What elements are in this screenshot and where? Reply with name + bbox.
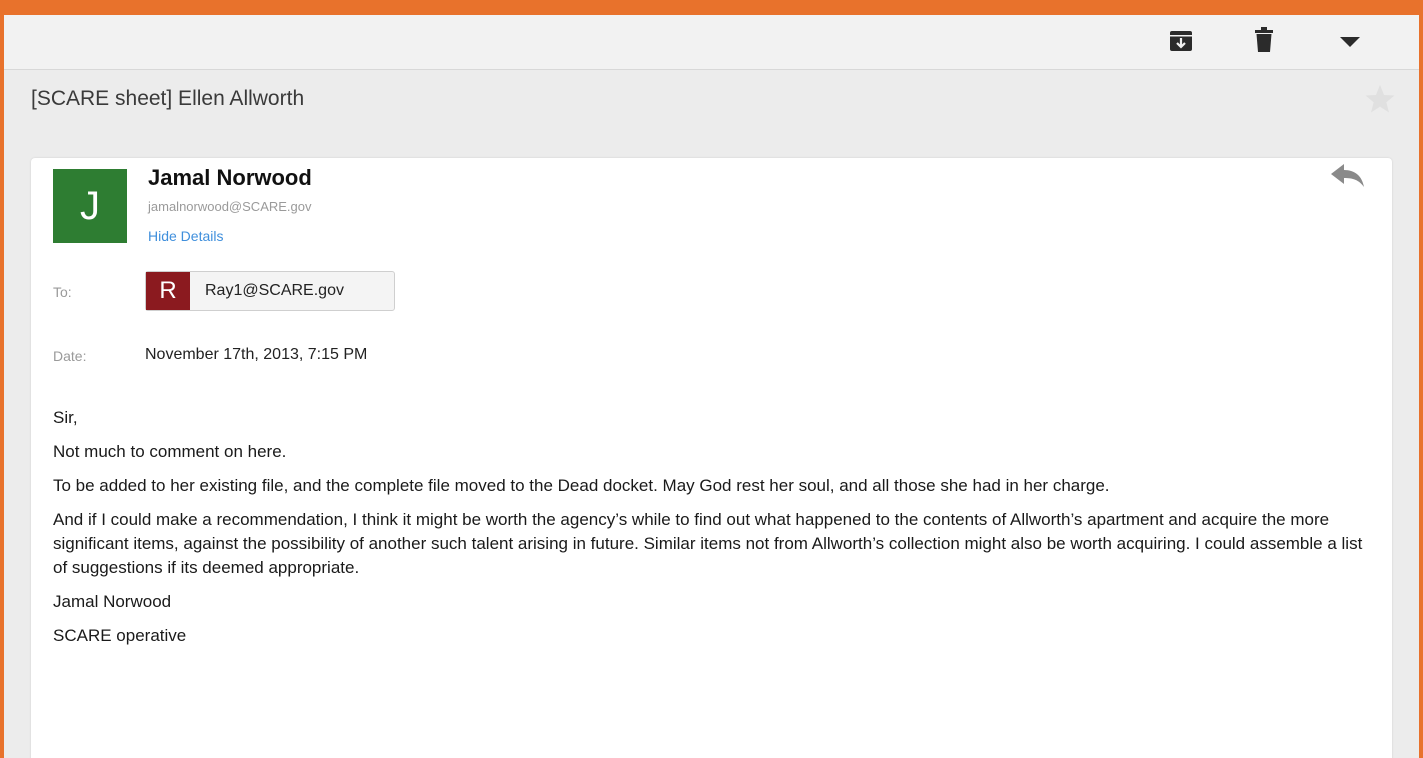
- recipient-email: Ray1@SCARE.gov: [205, 282, 344, 299]
- message-toolbar: [4, 15, 1419, 70]
- sender-email: jamalnorwood@SCARE.gov: [148, 199, 312, 214]
- recipient-chip[interactable]: R Ray1@SCARE.gov: [145, 271, 395, 311]
- mail-window: [SCARE sheet] Ellen Allworth J Jamal Nor…: [0, 0, 1423, 758]
- signature-title: SCARE operative: [53, 626, 187, 645]
- to-label: To:: [53, 284, 72, 300]
- message-card: J Jamal Norwood jamalnorwood@SCARE.gov H…: [31, 158, 1392, 758]
- date-value: November 17th, 2013, 7:15 PM: [145, 346, 368, 363]
- body-paragraph: And if I could make a recommendation, I …: [53, 510, 1363, 577]
- hide-details-link[interactable]: Hide Details: [148, 228, 223, 244]
- recipient-avatar: R: [146, 272, 190, 310]
- body-paragraph: To be added to her existing file, and th…: [53, 476, 1110, 495]
- subject-bar: [SCARE sheet] Ellen Allworth: [4, 70, 1419, 130]
- sender-name: Jamal Norwood: [148, 165, 312, 190]
- star-icon[interactable]: [1363, 82, 1397, 116]
- chevron-down-icon[interactable]: [1335, 25, 1365, 55]
- sender-avatar: J: [53, 169, 127, 243]
- signature-name: Jamal Norwood: [53, 592, 172, 611]
- reply-icon[interactable]: [1328, 161, 1368, 191]
- date-label: Date:: [53, 348, 87, 364]
- body-paragraph: Not much to comment on here.: [53, 442, 287, 461]
- archive-icon[interactable]: [1166, 25, 1196, 55]
- message-subject: [SCARE sheet] Ellen Allworth: [31, 87, 305, 110]
- message-body: Sir, Not much to comment on here. To be …: [53, 406, 1363, 658]
- body-paragraph: Sir,: [53, 408, 78, 427]
- trash-icon[interactable]: [1249, 25, 1279, 55]
